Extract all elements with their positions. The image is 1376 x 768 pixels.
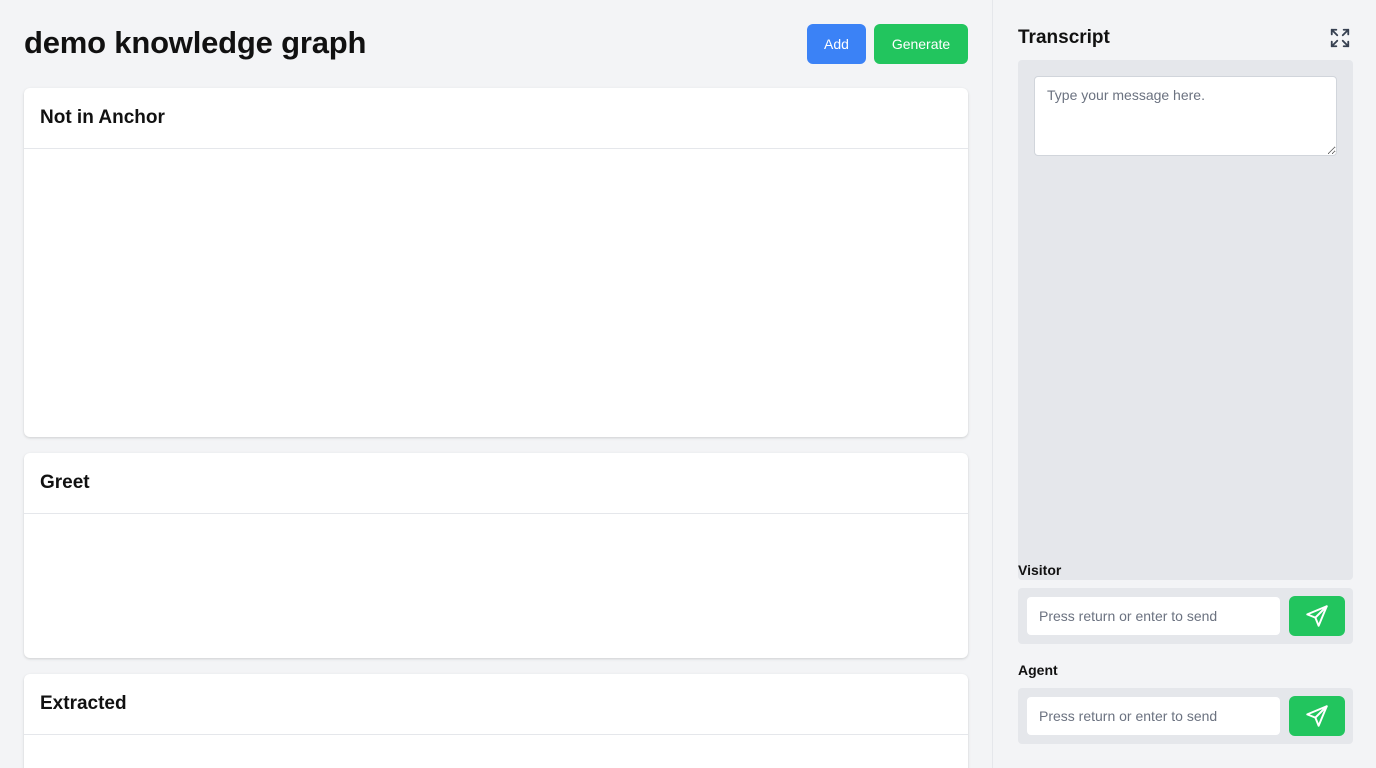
message-textarea[interactable] xyxy=(1034,76,1337,156)
section-title: Not in Anchor xyxy=(24,88,968,149)
section-card-not-in-anchor: Not in Anchor xyxy=(24,88,968,437)
page-title: demo knowledge graph xyxy=(24,25,367,60)
add-button[interactable]: Add xyxy=(807,24,866,64)
section-card-extracted: Extracted xyxy=(24,674,968,768)
app: demo knowledge graph Add Generate Not in… xyxy=(0,0,1376,768)
visitor-input[interactable] xyxy=(1027,597,1280,635)
transcript-title: Transcript xyxy=(1018,27,1110,48)
agent-input[interactable] xyxy=(1027,697,1280,735)
generate-button[interactable]: Generate xyxy=(874,24,968,64)
visitor-send-row xyxy=(1018,588,1353,644)
section-title: Extracted xyxy=(24,674,968,735)
expand-button[interactable] xyxy=(1328,26,1352,50)
visitor-send-button[interactable] xyxy=(1289,596,1345,636)
agent-label: Agent xyxy=(1018,662,1058,678)
transcript-panel xyxy=(1018,60,1353,580)
section-card-greet: Greet xyxy=(24,453,968,658)
main-content: demo knowledge graph Add Generate Not in… xyxy=(0,0,992,768)
expand-icon xyxy=(1330,28,1350,48)
send-icon xyxy=(1306,705,1328,727)
send-icon xyxy=(1306,605,1328,627)
visitor-label: Visitor xyxy=(1018,562,1062,578)
section-title: Greet xyxy=(24,453,968,514)
agent-send-row xyxy=(1018,688,1353,744)
agent-send-button[interactable] xyxy=(1289,696,1345,736)
transcript-sidebar: Transcript Visitor xyxy=(992,0,1376,768)
